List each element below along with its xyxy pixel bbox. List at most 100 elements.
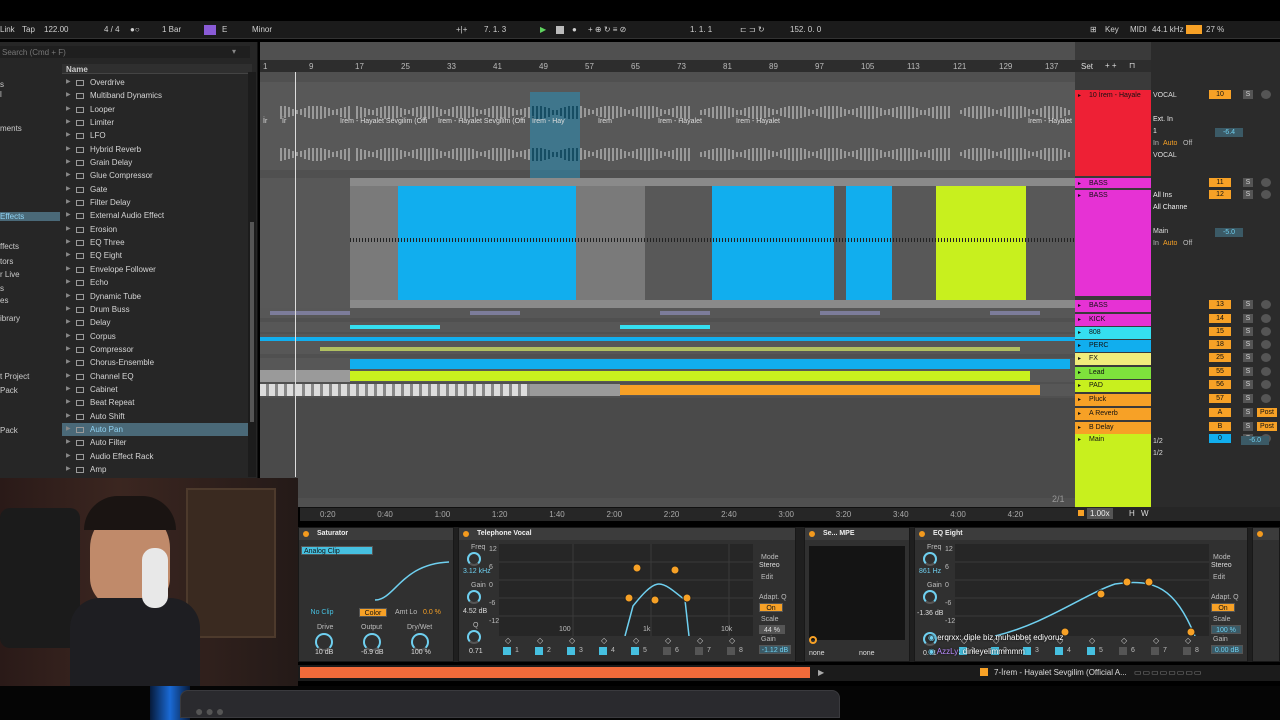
bass-bottom-strip[interactable] bbox=[350, 300, 1075, 308]
browser-item[interactable]: ▶ Chorus-Ensemble bbox=[62, 356, 252, 369]
solo-button[interactable]: S bbox=[1243, 422, 1253, 431]
amt-lo-value[interactable]: 0.0 % bbox=[423, 609, 441, 616]
filter-shape-icon[interactable]: ◇ bbox=[665, 636, 671, 645]
arrangement-view[interactable]: 1 9 17 25 33 41 49 57 65 73 81 89 97 105 113 121 129 137 … bbox=[260, 42, 1075, 507]
browser-item[interactable]: ▶ Echo bbox=[62, 276, 252, 289]
small-lane[interactable] bbox=[260, 322, 1075, 332]
track-header[interactable]: ▸ BASS bbox=[1075, 178, 1151, 188]
eq8-edit-label[interactable]: Edit bbox=[1213, 574, 1225, 581]
filter-shape-icon[interactable]: ◇ bbox=[569, 636, 575, 645]
bass-clip-blue[interactable] bbox=[846, 178, 892, 308]
track-header[interactable]: ▸ A Reverb bbox=[1075, 408, 1151, 420]
solo-button[interactable]: S bbox=[1243, 314, 1253, 323]
expand-arrow-icon[interactable]: ▶ bbox=[66, 290, 71, 303]
empty-lanes[interactable] bbox=[260, 398, 1075, 498]
sidebar-item[interactable]: s bbox=[0, 80, 4, 89]
freq-knob[interactable] bbox=[467, 552, 481, 566]
expand-arrow-icon[interactable]: ▶ bbox=[66, 330, 71, 343]
expand-arrow-icon[interactable]: ▶ bbox=[66, 103, 71, 116]
track-header[interactable]: ▸ BASS bbox=[1075, 190, 1151, 296]
small-clip[interactable] bbox=[990, 311, 1040, 315]
track-header[interactable]: ▸ PERC bbox=[1075, 340, 1151, 352]
track-number[interactable]: 25 bbox=[1209, 353, 1231, 362]
expand-arrow-icon[interactable]: ▶ bbox=[66, 463, 71, 476]
browser-item[interactable]: ▶ Limiter bbox=[62, 116, 252, 129]
band-toggle[interactable] bbox=[727, 647, 735, 655]
sidebar-item[interactable]: s bbox=[0, 284, 4, 293]
telephone-eq-display[interactable] bbox=[499, 544, 753, 636]
solo-button[interactable]: S bbox=[1243, 190, 1253, 199]
link-button[interactable]: Link bbox=[0, 25, 15, 34]
send-mode[interactable]: Post bbox=[1257, 422, 1277, 431]
expand-arrow-icon[interactable]: ▶ bbox=[66, 116, 71, 129]
gain-knob[interactable] bbox=[467, 590, 481, 604]
sidebar-item[interactable]: tors bbox=[0, 257, 13, 266]
track-number[interactable]: 13 bbox=[1209, 300, 1231, 309]
filter-shape-icon[interactable]: ◇ bbox=[697, 636, 703, 645]
track-header[interactable]: ▸ Lead bbox=[1075, 367, 1151, 379]
track-number[interactable]: 14 bbox=[1209, 314, 1231, 323]
arm-button[interactable] bbox=[1261, 314, 1271, 323]
arm-button[interactable] bbox=[1261, 178, 1271, 187]
expand-arrow-icon[interactable]: ▶ bbox=[66, 196, 71, 209]
eq8-adapt-q-toggle[interactable]: On bbox=[1211, 603, 1235, 612]
main-output-2[interactable]: 1/2 bbox=[1153, 450, 1163, 457]
no-clip-select[interactable]: No Clip bbox=[301, 608, 343, 617]
expand-arrow-icon[interactable]: ▶ bbox=[66, 370, 71, 383]
w-button[interactable]: W bbox=[1141, 509, 1149, 518]
solo-button[interactable]: S bbox=[1243, 353, 1253, 362]
track-fold-icon[interactable]: ▸ bbox=[1078, 423, 1081, 434]
output-gain-value[interactable]: -1.12 dB bbox=[759, 645, 791, 654]
browser-item[interactable]: ▶ Auto Pan bbox=[62, 422, 252, 437]
transport-tools-icon[interactable]: + ⊕ ↻ ≡ ⊘ bbox=[588, 25, 626, 34]
eq-eight-display[interactable] bbox=[955, 544, 1209, 636]
expand-arrow-icon[interactable]: ▶ bbox=[66, 183, 71, 196]
solo-button[interactable]: S bbox=[1243, 408, 1253, 417]
grid-icon[interactable]: ⊞ bbox=[1090, 25, 1097, 34]
track-number[interactable]: 12 bbox=[1209, 190, 1231, 199]
small-clip[interactable] bbox=[320, 347, 1020, 351]
view-toggles-icon[interactable]: ▭▭▭▭▭▭▭▭ bbox=[1134, 668, 1202, 677]
metronome-icon[interactable]: ●○ bbox=[130, 25, 140, 34]
eq8-output-gain-value[interactable]: 0.00 dB bbox=[1211, 645, 1243, 654]
filter-shape-icon[interactable]: ◇ bbox=[729, 636, 735, 645]
track-header[interactable]: ▸ BASS bbox=[1075, 300, 1151, 312]
track-io-io-ch[interactable]: 1 bbox=[1153, 128, 1157, 135]
track-header[interactable]: ▸ Pluck bbox=[1075, 394, 1151, 406]
small-lane[interactable] bbox=[260, 308, 1075, 318]
track-header[interactable]: ▸ 10 İrem - Hayale bbox=[1075, 90, 1151, 176]
monitor-auto[interactable]: Auto bbox=[1163, 140, 1177, 147]
band-toggle[interactable] bbox=[503, 647, 511, 655]
scale-select[interactable]: Minor bbox=[252, 25, 272, 34]
track-fold-icon[interactable]: ▸ bbox=[1078, 381, 1081, 392]
sidebar-item[interactable]: r Live bbox=[0, 270, 20, 279]
scale-value[interactable]: 44 % bbox=[759, 625, 785, 634]
sidebar-item[interactable]: Pack bbox=[0, 386, 18, 395]
expand-arrow-icon[interactable]: ▶ bbox=[66, 356, 71, 369]
browser-item[interactable]: ▶ LFO bbox=[62, 129, 252, 142]
quantize-select[interactable]: 1 Bar bbox=[162, 25, 181, 34]
bass-midi-notes[interactable] bbox=[350, 238, 1075, 242]
track-io-io-out[interactable]: VOCAL bbox=[1153, 92, 1177, 99]
name-column-header[interactable]: Name bbox=[62, 64, 252, 74]
small-clip[interactable] bbox=[820, 311, 880, 315]
track-header[interactable]: ▸ Main bbox=[1075, 434, 1151, 507]
sidebar-item[interactable]: ments bbox=[0, 124, 22, 133]
track-io-io-out[interactable]: Main bbox=[1153, 228, 1168, 235]
browser-search[interactable]: Search (Cmd + F) ▾ bbox=[0, 46, 250, 58]
eq8-freq-knob[interactable] bbox=[923, 552, 937, 566]
small-clip[interactable] bbox=[350, 359, 1070, 369]
filter-shape-icon[interactable]: ◇ bbox=[1185, 636, 1191, 645]
track-number[interactable]: 10 bbox=[1209, 90, 1231, 99]
mode-select[interactable]: Stereo bbox=[759, 562, 780, 569]
expand-arrow-icon[interactable]: ▶ bbox=[66, 316, 71, 329]
band-toggle[interactable] bbox=[1151, 647, 1159, 655]
track-io-io-ch[interactable]: All Channe bbox=[1153, 204, 1187, 211]
solo-button[interactable]: S bbox=[1243, 300, 1253, 309]
eq8-scale-value[interactable]: 100 % bbox=[1211, 625, 1241, 634]
track-number[interactable]: 56 bbox=[1209, 380, 1231, 389]
expand-arrow-icon[interactable]: ▶ bbox=[66, 263, 71, 276]
track-number[interactable]: 57 bbox=[1209, 394, 1231, 403]
expand-arrow-icon[interactable]: ▶ bbox=[66, 156, 71, 169]
monitor-off[interactable]: Off bbox=[1183, 140, 1192, 147]
